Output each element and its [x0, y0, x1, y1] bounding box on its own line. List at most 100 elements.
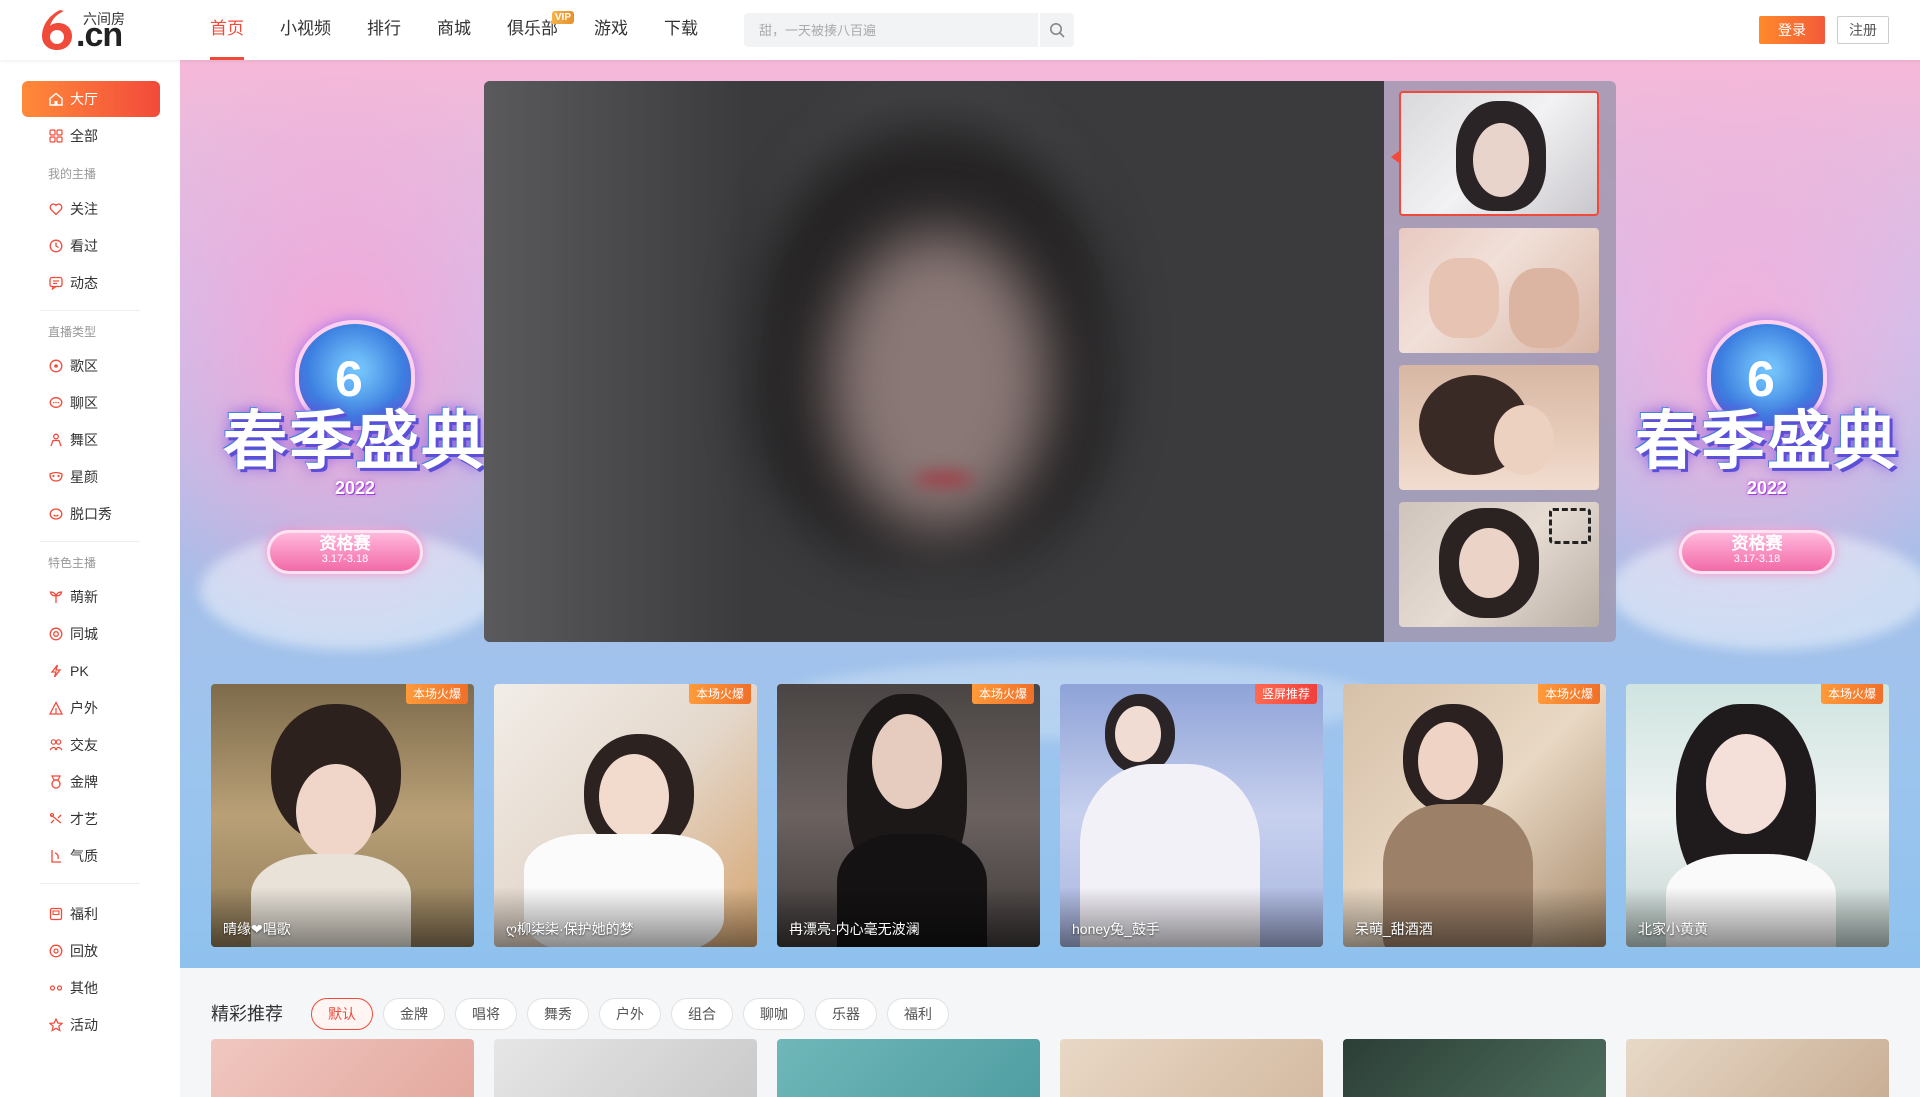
event-badge-right[interactable]: 6 春季盛典 2022 资格赛 3.17-3.18: [1622, 300, 1912, 590]
sidebar-item-hall[interactable]: 大厅: [22, 81, 160, 117]
more-icon: [49, 985, 63, 991]
sprout-icon: [49, 591, 63, 603]
sidebar-item-talent[interactable]: 才艺: [22, 801, 160, 837]
nav-home[interactable]: 首页: [210, 0, 244, 60]
home-icon: [49, 92, 63, 106]
sidebar-item-elegance[interactable]: 气质: [22, 838, 160, 874]
sidebar-item-feed[interactable]: 动态: [22, 265, 160, 301]
sidebar-item-replay[interactable]: 回放: [22, 933, 160, 969]
style-icon: [51, 850, 61, 863]
anchor-card[interactable]: 竖屏推荐 honey兔_鼓手: [1060, 684, 1323, 947]
tab-singer[interactable]: 唱将: [455, 998, 517, 1030]
sidebar-item-dance[interactable]: 舞区: [22, 422, 160, 458]
nav-download-label: 下载: [664, 19, 698, 38]
thumb-face: [1494, 405, 1554, 475]
card-anchor-name: 冉漂亮-内心毫无波澜: [789, 921, 920, 937]
search-button[interactable]: [1038, 13, 1074, 47]
sidebar-item-outdoor[interactable]: 户外: [22, 690, 160, 726]
live-video-player[interactable]: [484, 81, 1384, 642]
sidebar-item-dating[interactable]: 交友: [22, 727, 160, 763]
sidebar-divider: [40, 883, 140, 884]
anchor-card[interactable]: 本场火爆 晴缘❤唱歌: [211, 684, 474, 947]
tab-default[interactable]: 默认: [311, 998, 373, 1030]
sidebar-item-welfare[interactable]: 福利: [22, 896, 160, 932]
search-input[interactable]: [744, 13, 1039, 47]
recommend-card[interactable]: [777, 1039, 1040, 1097]
sidebar-item-newbie[interactable]: 萌新: [22, 579, 160, 615]
anchor-card[interactable]: 本场火爆 呆萌_甜酒酒: [1343, 684, 1606, 947]
card-tag: 竖屏推荐: [1254, 684, 1317, 704]
login-button[interactable]: 登录: [1759, 16, 1825, 44]
nav-download[interactable]: 下载: [664, 0, 698, 60]
sidebar-item-events[interactable]: 活动: [22, 1007, 160, 1043]
event-title: 春季盛典: [223, 405, 487, 479]
card-tag: 本场火爆: [1537, 684, 1600, 704]
sidebar-item-other[interactable]: 其他: [22, 970, 160, 1006]
card-tag: 本场火爆: [971, 684, 1034, 704]
card-face: [1418, 722, 1478, 800]
tab-group[interactable]: 组合: [671, 998, 733, 1030]
sidebar-item-label: 大厅: [70, 91, 98, 107]
tab-welfare[interactable]: 福利: [887, 998, 949, 1030]
sidebar-group-feature: 特色主播: [48, 556, 97, 570]
nav-club-label: 俱乐部: [507, 19, 558, 38]
stream-thumbnail[interactable]: [1399, 91, 1599, 216]
nav-short-video[interactable]: 小视频: [280, 0, 331, 60]
anchor-card[interactable]: 本场火爆 冉漂亮-内心毫无波澜: [777, 684, 1040, 947]
sidebar-item-talkshow[interactable]: 脱口秀: [22, 496, 160, 532]
recommend-card[interactable]: [494, 1039, 757, 1097]
sidebar-item-pk[interactable]: PK: [22, 653, 160, 689]
recommend-card[interactable]: [211, 1039, 474, 1097]
sidebar-item-gold[interactable]: 金牌: [22, 764, 160, 800]
sidebar-item-watched[interactable]: 看过: [22, 228, 160, 264]
nav-club[interactable]: 俱乐部 VIP: [507, 0, 574, 60]
sidebar-item-singing[interactable]: 歌区: [22, 348, 160, 384]
register-button[interactable]: 注册: [1837, 16, 1889, 44]
medal-icon: [51, 775, 61, 789]
nav-mall[interactable]: 商城: [437, 0, 471, 60]
search-box: [744, 13, 1074, 47]
tab-gold[interactable]: 金牌: [383, 998, 445, 1030]
recommend-card[interactable]: [1060, 1039, 1323, 1097]
anchor-card[interactable]: 本场火爆 ღ柳柒柒·保护她的梦: [494, 684, 757, 947]
tab-chat[interactable]: 聊咖: [743, 998, 805, 1030]
recommend-card[interactable]: [1626, 1039, 1889, 1097]
sidebar-item-label: 全部: [70, 128, 98, 144]
nav-games[interactable]: 游戏: [594, 0, 628, 60]
top-header: 六间房 .cn 首页 小视频 排行 商城 俱乐部VIP 游戏 下载 登录 注册: [0, 0, 1920, 60]
thumb-subject: [1509, 268, 1579, 348]
search-icon: [1050, 23, 1065, 38]
tab-dance[interactable]: 舞秀: [527, 998, 589, 1030]
sidebar-item-beauty[interactable]: 星颜: [22, 459, 160, 495]
stream-thumbnail[interactable]: [1399, 365, 1599, 490]
logo-domain-text: .cn: [76, 16, 123, 54]
nav-ranking[interactable]: 排行: [367, 0, 401, 60]
sidebar-item-label: 其他: [70, 980, 98, 996]
main-nav: 首页 小视频 排行 商城 俱乐部 VIP 游戏 下载: [210, 0, 734, 60]
recommend-card[interactable]: [1343, 1039, 1606, 1097]
stream-thumbnail[interactable]: [1399, 228, 1599, 353]
event-pill-date: 3.17-3.18: [1733, 553, 1781, 565]
sidebar-item-all[interactable]: 全部: [22, 118, 160, 154]
sidebar-item-local[interactable]: 同城: [22, 616, 160, 652]
card-face: [1115, 706, 1161, 762]
player-blurred-detail: [914, 471, 974, 487]
sidebar-divider: [40, 310, 140, 311]
site-logo[interactable]: 六间房 .cn: [38, 8, 138, 52]
sidebar-item-label: 看过: [70, 238, 98, 254]
anchor-card[interactable]: 本场火爆 北家小黄黄: [1626, 684, 1889, 947]
stream-thumbnail[interactable]: [1399, 502, 1599, 627]
card-face: [872, 714, 942, 809]
clock-icon: [49, 239, 63, 253]
tab-outdoor[interactable]: 户外: [599, 998, 661, 1030]
sidebar-item-follow[interactable]: 关注: [22, 191, 160, 227]
event-pill-text: 资格赛: [1731, 534, 1783, 553]
sidebar-item-label: 福利: [70, 906, 98, 922]
sidebar-item-chatting[interactable]: 聊区: [22, 385, 160, 421]
tab-instrument[interactable]: 乐器: [815, 998, 877, 1030]
chat-icon: [49, 397, 63, 408]
six-logo-icon: [38, 8, 78, 52]
sidebar-divider: [40, 541, 140, 542]
event-badge-left[interactable]: 6 春季盛典 2022 资格赛 3.17-3.18: [210, 300, 500, 590]
nav-ranking-label: 排行: [367, 19, 401, 38]
